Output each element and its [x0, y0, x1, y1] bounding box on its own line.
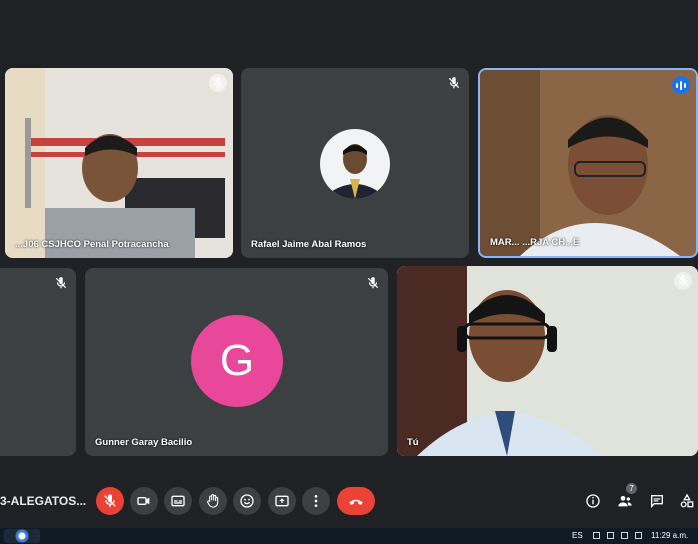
hangup-icon [349, 499, 363, 505]
meeting-title: 3-ALEGATOS... [0, 494, 87, 508]
participant-tile-4[interactable] [0, 268, 76, 456]
people-icon [618, 496, 632, 507]
participant-name: Tú [407, 437, 419, 448]
more-options-button[interactable] [302, 487, 330, 515]
participant-video-self [397, 266, 698, 456]
participant-tile-self[interactable]: Tú [397, 266, 698, 456]
mic-off-icon [54, 276, 68, 290]
people-button[interactable] [616, 492, 634, 510]
info-icon [586, 494, 600, 508]
clock[interactable]: 11:29 a.m. [651, 531, 688, 540]
participant-video-3 [480, 70, 696, 256]
more-icon [314, 495, 318, 507]
speaking-indicator-icon [672, 76, 690, 94]
participant-name: Rafael Jaime Abal Ramos [251, 239, 367, 250]
battery-icon[interactable] [635, 532, 642, 539]
volume-icon[interactable] [607, 532, 614, 539]
activities-icon [680, 493, 694, 508]
raise-hand-button[interactable] [199, 487, 227, 515]
start-button[interactable] [4, 529, 40, 543]
chat-button[interactable] [648, 492, 666, 510]
meeting-details-button[interactable] [584, 492, 602, 510]
os-taskbar: ES 11:29 a.m. [0, 528, 698, 544]
flag-icon[interactable] [621, 532, 628, 539]
reactions-button[interactable] [233, 487, 261, 515]
mic-off-icon [447, 76, 461, 90]
participant-name: MAR... ...RJA CH...E [490, 237, 580, 248]
participant-name: Gunner Garay Bacilio [95, 437, 193, 448]
participant-tile-2[interactable]: Rafael Jaime Abal Ramos [241, 68, 469, 258]
emoji-icon [240, 494, 254, 508]
participant-name: ...J06 CSJHCO Penal Potracancha [15, 239, 169, 250]
present-icon [275, 495, 289, 507]
mic-toggle-button[interactable] [96, 487, 124, 515]
language-indicator[interactable]: ES [572, 531, 583, 540]
mic-off-icon [366, 276, 380, 290]
network-icon[interactable] [593, 532, 600, 539]
present-screen-button[interactable] [268, 487, 296, 515]
participant-count-badge: 7 [626, 483, 637, 494]
leave-call-button[interactable] [337, 487, 375, 515]
participant-tile-5[interactable]: G Gunner Garay Bacilio [85, 268, 388, 456]
captions-icon [171, 495, 185, 507]
mic-off-icon [209, 74, 227, 92]
camera-toggle-button[interactable] [130, 487, 158, 515]
participant-tile-3[interactable]: MAR... ...RJA CH...E [478, 68, 698, 258]
mic-off-icon [104, 494, 116, 507]
chat-icon [651, 495, 663, 508]
participant-avatar-photo [320, 129, 390, 199]
participant-tile-1[interactable]: ...J06 CSJHCO Penal Potracancha [5, 68, 233, 258]
activities-button[interactable] [678, 492, 696, 510]
mic-off-icon [674, 272, 692, 290]
camera-icon [137, 497, 150, 505]
captions-button[interactable] [164, 487, 192, 515]
participant-video-1 [5, 68, 233, 258]
hand-icon [207, 494, 219, 508]
participant-initial-avatar: G [191, 315, 283, 407]
